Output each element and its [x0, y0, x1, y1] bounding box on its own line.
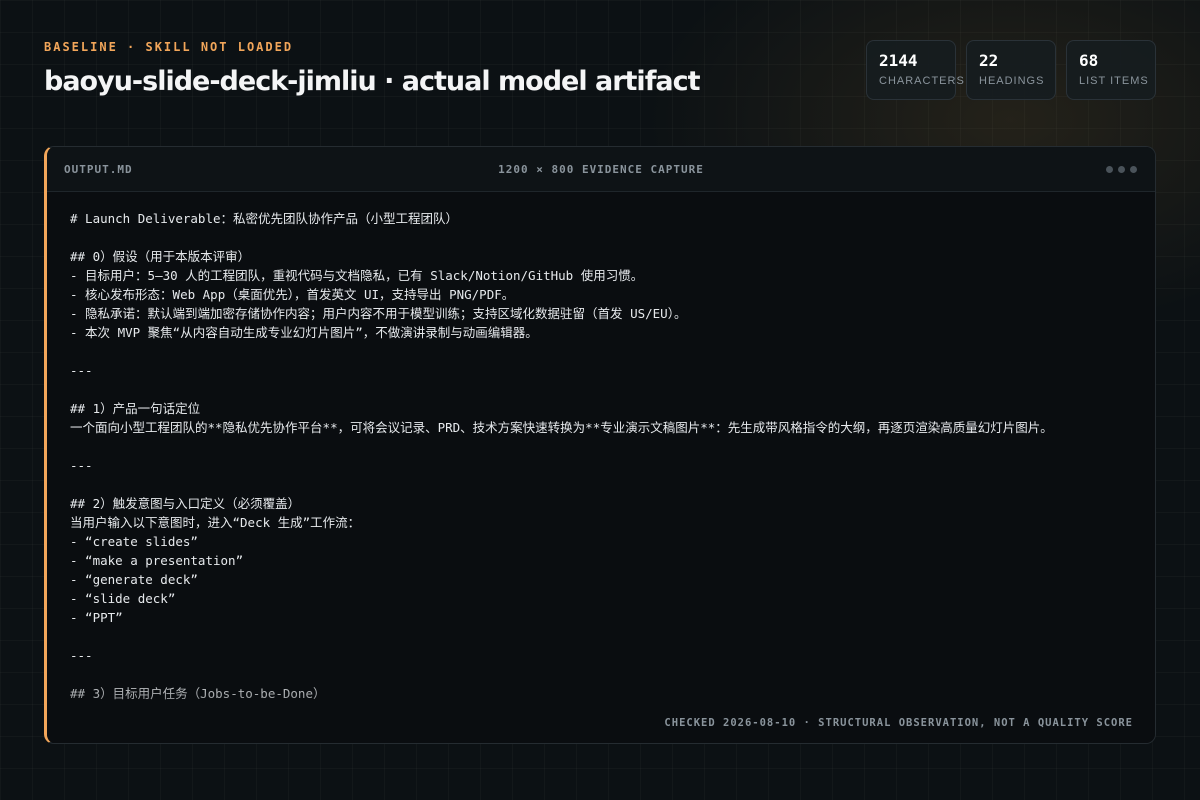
footer-note: CHECKED 2026-08-10 · STRUCTURAL OBSERVAT… — [664, 717, 1133, 729]
list-items-count: 68 — [1079, 51, 1099, 70]
page-title: baoyu-slide-deck-jimliu · actual model a… — [44, 66, 701, 97]
baseline-status-label: BASELINE · SKILL NOT LOADED — [44, 40, 294, 54]
dot-icon — [1118, 166, 1125, 173]
headings-label: HEADINGS — [979, 75, 1045, 87]
capture-label: 1200 × 800 EVIDENCE CAPTURE — [498, 163, 704, 176]
characters-label: CHARACTERS — [879, 75, 965, 87]
more-options-icon[interactable] — [1106, 166, 1137, 173]
stat-card-characters: 2144 CHARACTERS — [866, 40, 965, 100]
list-items-label: LIST ITEMS — [1079, 75, 1149, 87]
stats-group: 2144 CHARACTERS 22 HEADINGS 68 LIST ITEM… — [866, 40, 1156, 100]
panel-header: OUTPUT.MD 1200 × 800 EVIDENCE CAPTURE — [47, 147, 1155, 192]
characters-count: 2144 — [879, 51, 918, 70]
dot-icon — [1106, 166, 1113, 173]
markdown-content: # Launch Deliverable：私密优先团队协作产品（小型工程团队） … — [70, 211, 1053, 701]
dot-icon — [1130, 166, 1137, 173]
stat-card-list-items: 68 LIST ITEMS — [1066, 40, 1156, 100]
headings-count: 22 — [979, 51, 999, 70]
output-panel: OUTPUT.MD 1200 × 800 EVIDENCE CAPTURE # … — [44, 146, 1156, 744]
stat-card-headings: 22 HEADINGS — [966, 40, 1056, 100]
